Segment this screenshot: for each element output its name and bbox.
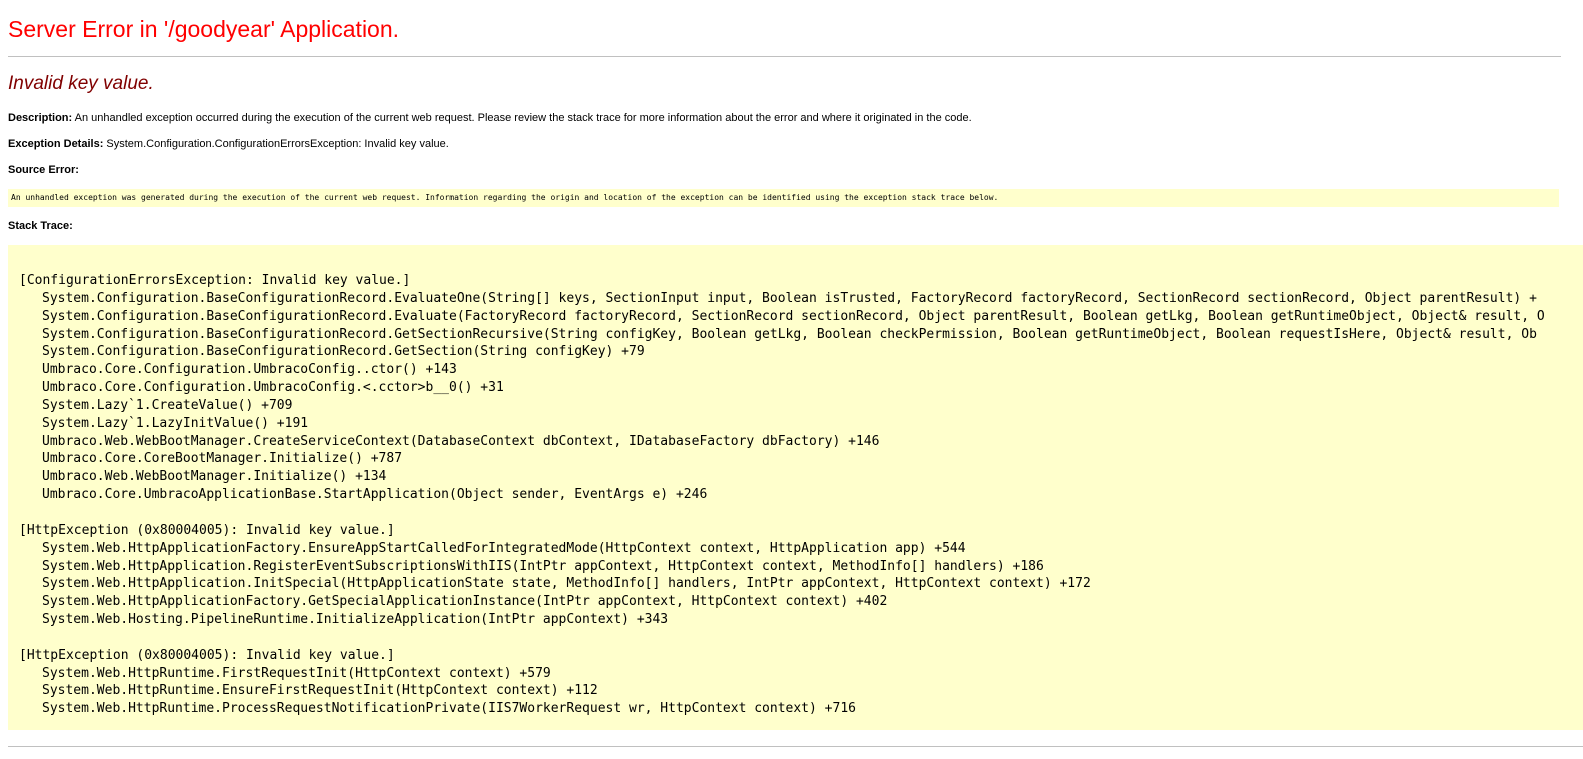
- source-error-box: An unhandled exception was generated dur…: [8, 189, 1559, 207]
- title-divider: [8, 56, 1561, 57]
- stack-frame: Umbraco.Core.UmbracoApplicationBase.Star…: [42, 487, 708, 503]
- stack-frame: System.Configuration.BaseConfigurationRe…: [42, 290, 1537, 306]
- stack-frame: Umbraco.Web.WebBootManager.CreateService…: [42, 433, 880, 449]
- stack-frame: Umbraco.Core.Configuration.UmbracoConfig…: [42, 362, 457, 378]
- description-text: An unhandled exception occurred during t…: [72, 112, 972, 124]
- stack-frame: System.Lazy`1.CreateValue() +709: [42, 397, 293, 413]
- stack-frame: System.Web.HttpApplication.RegisterEvent…: [42, 558, 1044, 574]
- stack-frame: System.Web.HttpRuntime.FirstRequestInit(…: [42, 665, 551, 681]
- page-title: Server Error in '/goodyear' Application.: [8, 16, 400, 42]
- stack-frame: System.Web.HttpApplicationFactory.GetSpe…: [42, 594, 888, 610]
- stack-frame: System.Web.HttpApplicationFactory.Ensure…: [42, 540, 966, 556]
- stack-section-header: [HttpException (0x80004005): Invalid key…: [19, 647, 395, 663]
- exception-details-text: System.Configuration.ConfigurationErrors…: [103, 138, 449, 150]
- stack-section-header: [ConfigurationErrorsException: Invalid k…: [19, 273, 411, 288]
- stack-trace-label: Stack Trace:: [8, 220, 73, 232]
- stack-trace-box: [ConfigurationErrorsException: Invalid k…: [8, 245, 1583, 730]
- stack-frame: System.Configuration.BaseConfigurationRe…: [42, 344, 645, 360]
- stack-frame: System.Web.Hosting.PipelineRuntime.Initi…: [42, 612, 669, 628]
- description-row: Description: An unhandled exception occu…: [8, 112, 972, 124]
- source-error-text: An unhandled exception was generated dur…: [11, 193, 999, 202]
- exception-details-label: Exception Details:: [8, 138, 104, 150]
- source-error-label: Source Error:: [8, 164, 79, 176]
- stack-frame: Umbraco.Core.CoreBootManager.Initialize(…: [42, 451, 403, 467]
- stack-frame: System.Web.HttpRuntime.EnsureFirstReques…: [42, 683, 598, 699]
- stack-section-header: [HttpException (0x80004005): Invalid key…: [19, 522, 395, 538]
- stack-frame: System.Web.HttpRuntime.ProcessRequestNot…: [42, 701, 856, 717]
- stack-section-gap: [19, 504, 1583, 522]
- stack-frame: System.Web.HttpApplication.InitSpecial(H…: [42, 576, 1091, 592]
- error-subtitle: Invalid key value.: [8, 73, 154, 94]
- stack-section-gap: [19, 629, 1583, 647]
- stack-frame: System.Configuration.BaseConfigurationRe…: [42, 308, 1545, 324]
- description-label: Description:: [8, 112, 73, 124]
- stack-frame: Umbraco.Web.WebBootManager.Initialize() …: [42, 469, 387, 485]
- stack-frame: Umbraco.Core.Configuration.UmbracoConfig…: [42, 380, 504, 396]
- stack-frame: System.Configuration.BaseConfigurationRe…: [42, 326, 1537, 342]
- stack-frame: System.Lazy`1.LazyInitValue() +191: [42, 415, 309, 431]
- bottom-divider: [8, 746, 1583, 747]
- exception-details-row: Exception Details: System.Configuration.…: [8, 138, 449, 150]
